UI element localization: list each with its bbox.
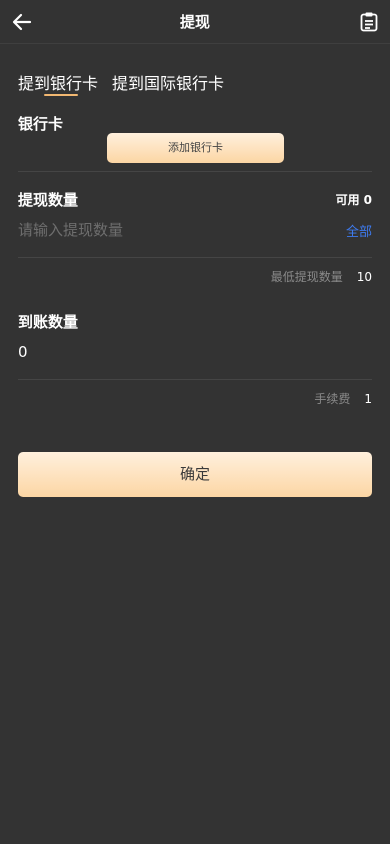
fee-label: 手续费 xyxy=(314,392,351,406)
clipboard-list-icon xyxy=(360,12,378,32)
withdraw-record-button[interactable] xyxy=(358,11,380,33)
page-title: 提现 xyxy=(179,13,210,31)
top-bar: 提现 xyxy=(0,0,390,44)
add-bank-card-button[interactable]: 添加银行卡 xyxy=(107,133,284,163)
tab-international-bank-card[interactable]: 提到国际银行卡 xyxy=(112,70,224,94)
received-amount-label: 到账数量 xyxy=(18,313,79,331)
active-tab-indicator xyxy=(44,94,78,96)
withdraw-amount-label: 提现数量 xyxy=(18,191,79,209)
divider xyxy=(18,257,372,258)
tab-bank-card[interactable]: 提到银行卡 xyxy=(18,70,98,94)
minimum-withdraw-row: 最低提现数量 10 xyxy=(271,268,372,285)
minimum-withdraw-label: 最低提现数量 xyxy=(270,270,343,284)
confirm-button[interactable]: 确定 xyxy=(18,452,372,497)
received-amount-value: 0 xyxy=(18,343,28,361)
divider xyxy=(18,171,372,172)
available-label: 可用 xyxy=(335,193,360,207)
available-balance: 可用 0 xyxy=(336,191,372,208)
bank-card-label: 银行卡 xyxy=(18,115,64,133)
fee-value: 1 xyxy=(364,392,372,406)
withdraw-amount-input[interactable] xyxy=(18,218,318,242)
withdraw-all-button[interactable]: 全部 xyxy=(346,221,372,240)
available-value: 0 xyxy=(363,193,372,207)
minimum-withdraw-value: 10 xyxy=(356,270,372,284)
divider xyxy=(18,379,372,380)
fee-row: 手续费 1 xyxy=(314,390,372,407)
